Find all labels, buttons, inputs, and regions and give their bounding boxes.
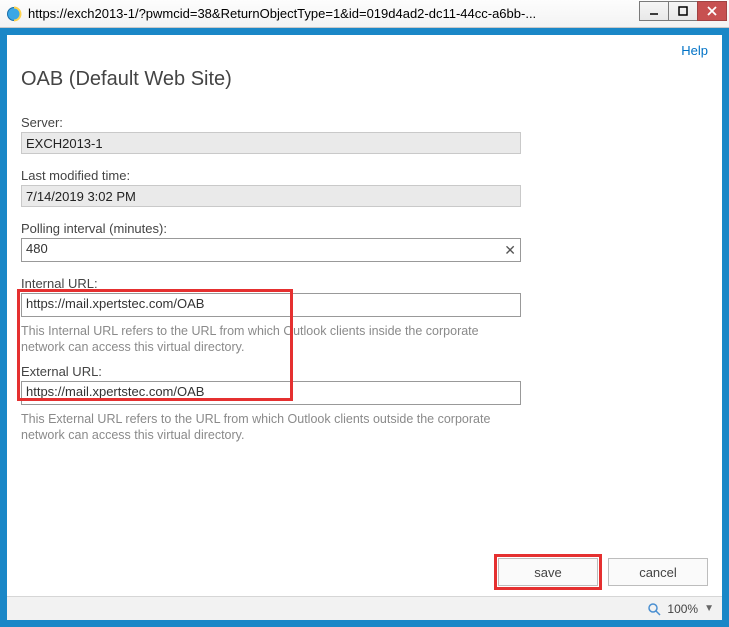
cancel-button[interactable]: cancel xyxy=(608,558,708,586)
save-button[interactable]: save xyxy=(498,558,598,586)
status-bar: 100% ▼ xyxy=(7,596,722,620)
client-area: Help OAB (Default Web Site) Server: EXCH… xyxy=(0,28,729,627)
polling-interval-input[interactable]: 480 ✕ xyxy=(21,238,521,262)
external-url-help: This External URL refers to the URL from… xyxy=(21,411,521,444)
header-row: Help xyxy=(7,35,722,58)
window-titlebar: https://exch2013-1/?pwmcid=38&ReturnObje… xyxy=(0,0,729,28)
internal-url-help: This Internal URL refers to the URL from… xyxy=(21,323,521,356)
last-modified-value: 7/14/2019 3:02 PM xyxy=(21,185,521,207)
polling-interval-label: Polling interval (minutes): xyxy=(21,221,708,236)
help-link[interactable]: Help xyxy=(681,43,708,58)
url-section: https://mail.xpertstec.com/OAB This Inte… xyxy=(21,293,708,405)
external-url-value: https://mail.xpertstec.com/OAB xyxy=(26,384,204,399)
button-bar: save cancel xyxy=(7,550,722,596)
server-label: Server: xyxy=(21,115,708,130)
polling-interval-value: 480 xyxy=(26,241,48,256)
zoom-icon[interactable] xyxy=(647,602,661,616)
internal-url-value: https://mail.xpertstec.com/OAB xyxy=(26,296,204,311)
window-maximize-button[interactable] xyxy=(668,1,698,21)
last-modified-label: Last modified time: xyxy=(21,168,708,183)
ie-favicon xyxy=(6,6,22,22)
internal-url-input[interactable]: https://mail.xpertstec.com/OAB xyxy=(21,293,521,317)
external-url-label: External URL: xyxy=(21,364,708,379)
internal-url-label: Internal URL: xyxy=(21,276,708,291)
address-url: https://exch2013-1/?pwmcid=38&ReturnObje… xyxy=(28,6,640,21)
page-title: OAB (Default Web Site) xyxy=(21,68,708,91)
window-close-button[interactable] xyxy=(697,1,727,21)
clear-icon[interactable]: ✕ xyxy=(504,243,516,257)
window-controls xyxy=(640,4,729,24)
window-minimize-button[interactable] xyxy=(639,1,669,21)
external-url-input[interactable]: https://mail.xpertstec.com/OAB xyxy=(21,381,521,405)
content-area: OAB (Default Web Site) Server: EXCH2013-… xyxy=(7,58,722,550)
server-value: EXCH2013-1 xyxy=(21,132,521,154)
zoom-value: 100% xyxy=(667,602,698,616)
zoom-dropdown-icon[interactable]: ▼ xyxy=(704,603,714,614)
